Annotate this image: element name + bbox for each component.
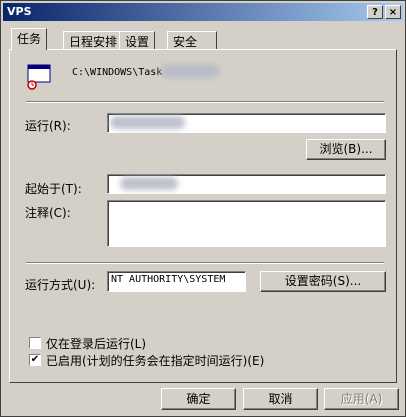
enabled-label: 已启用(计划的任务会在指定时间运行)(E) bbox=[46, 354, 265, 368]
comment-field[interactable] bbox=[107, 200, 386, 247]
close-icon[interactable]: × bbox=[385, 5, 401, 19]
run-label: 运行(R): bbox=[25, 119, 71, 133]
task-properties-window: VPS ? × 任务 日程安排 设置 安全 C:\WINDOWS\Task 运行… bbox=[0, 0, 406, 417]
task-path: C:\WINDOWS\Task bbox=[72, 67, 163, 78]
enabled-checkbox[interactable]: ✔ bbox=[29, 354, 41, 366]
tab-settings[interactable]: 设置 bbox=[119, 31, 156, 49]
separator-top bbox=[26, 101, 384, 103]
help-icon[interactable]: ? bbox=[367, 5, 383, 19]
logged-on-only-label: 仅在登录后运行(L) bbox=[46, 337, 147, 351]
redacted-path bbox=[160, 64, 220, 78]
redacted-run bbox=[110, 116, 185, 129]
run-as-field[interactable]: NT AUTHORITY\SYSTEM bbox=[107, 271, 246, 292]
run-as-label: 运行方式(U): bbox=[25, 278, 96, 292]
comment-label: 注释(C): bbox=[25, 206, 71, 220]
tab-task[interactable]: 任务 bbox=[11, 28, 48, 50]
tab-schedule[interactable]: 日程安排 bbox=[63, 31, 124, 49]
tab-security[interactable]: 安全 bbox=[167, 31, 217, 49]
title-bar[interactable]: VPS ? × bbox=[3, 3, 403, 21]
ok-button[interactable]: 确定 bbox=[161, 388, 236, 410]
redacted-start-in bbox=[120, 177, 178, 190]
logged-on-only-checkbox[interactable] bbox=[29, 337, 41, 349]
task-panel: C:\WINDOWS\Task 运行(R): 浏览(B)... 起始于(T): … bbox=[9, 49, 397, 383]
task-window-icon bbox=[27, 64, 53, 90]
separator-middle bbox=[26, 262, 384, 264]
start-in-label: 起始于(T): bbox=[25, 182, 82, 196]
window-title: VPS bbox=[7, 5, 32, 18]
set-password-button[interactable]: 设置密码(S)... bbox=[260, 271, 386, 292]
cancel-button[interactable]: 取消 bbox=[243, 388, 318, 410]
apply-button[interactable]: 应用(A) bbox=[324, 388, 399, 410]
browse-button[interactable]: 浏览(B)... bbox=[306, 139, 386, 160]
